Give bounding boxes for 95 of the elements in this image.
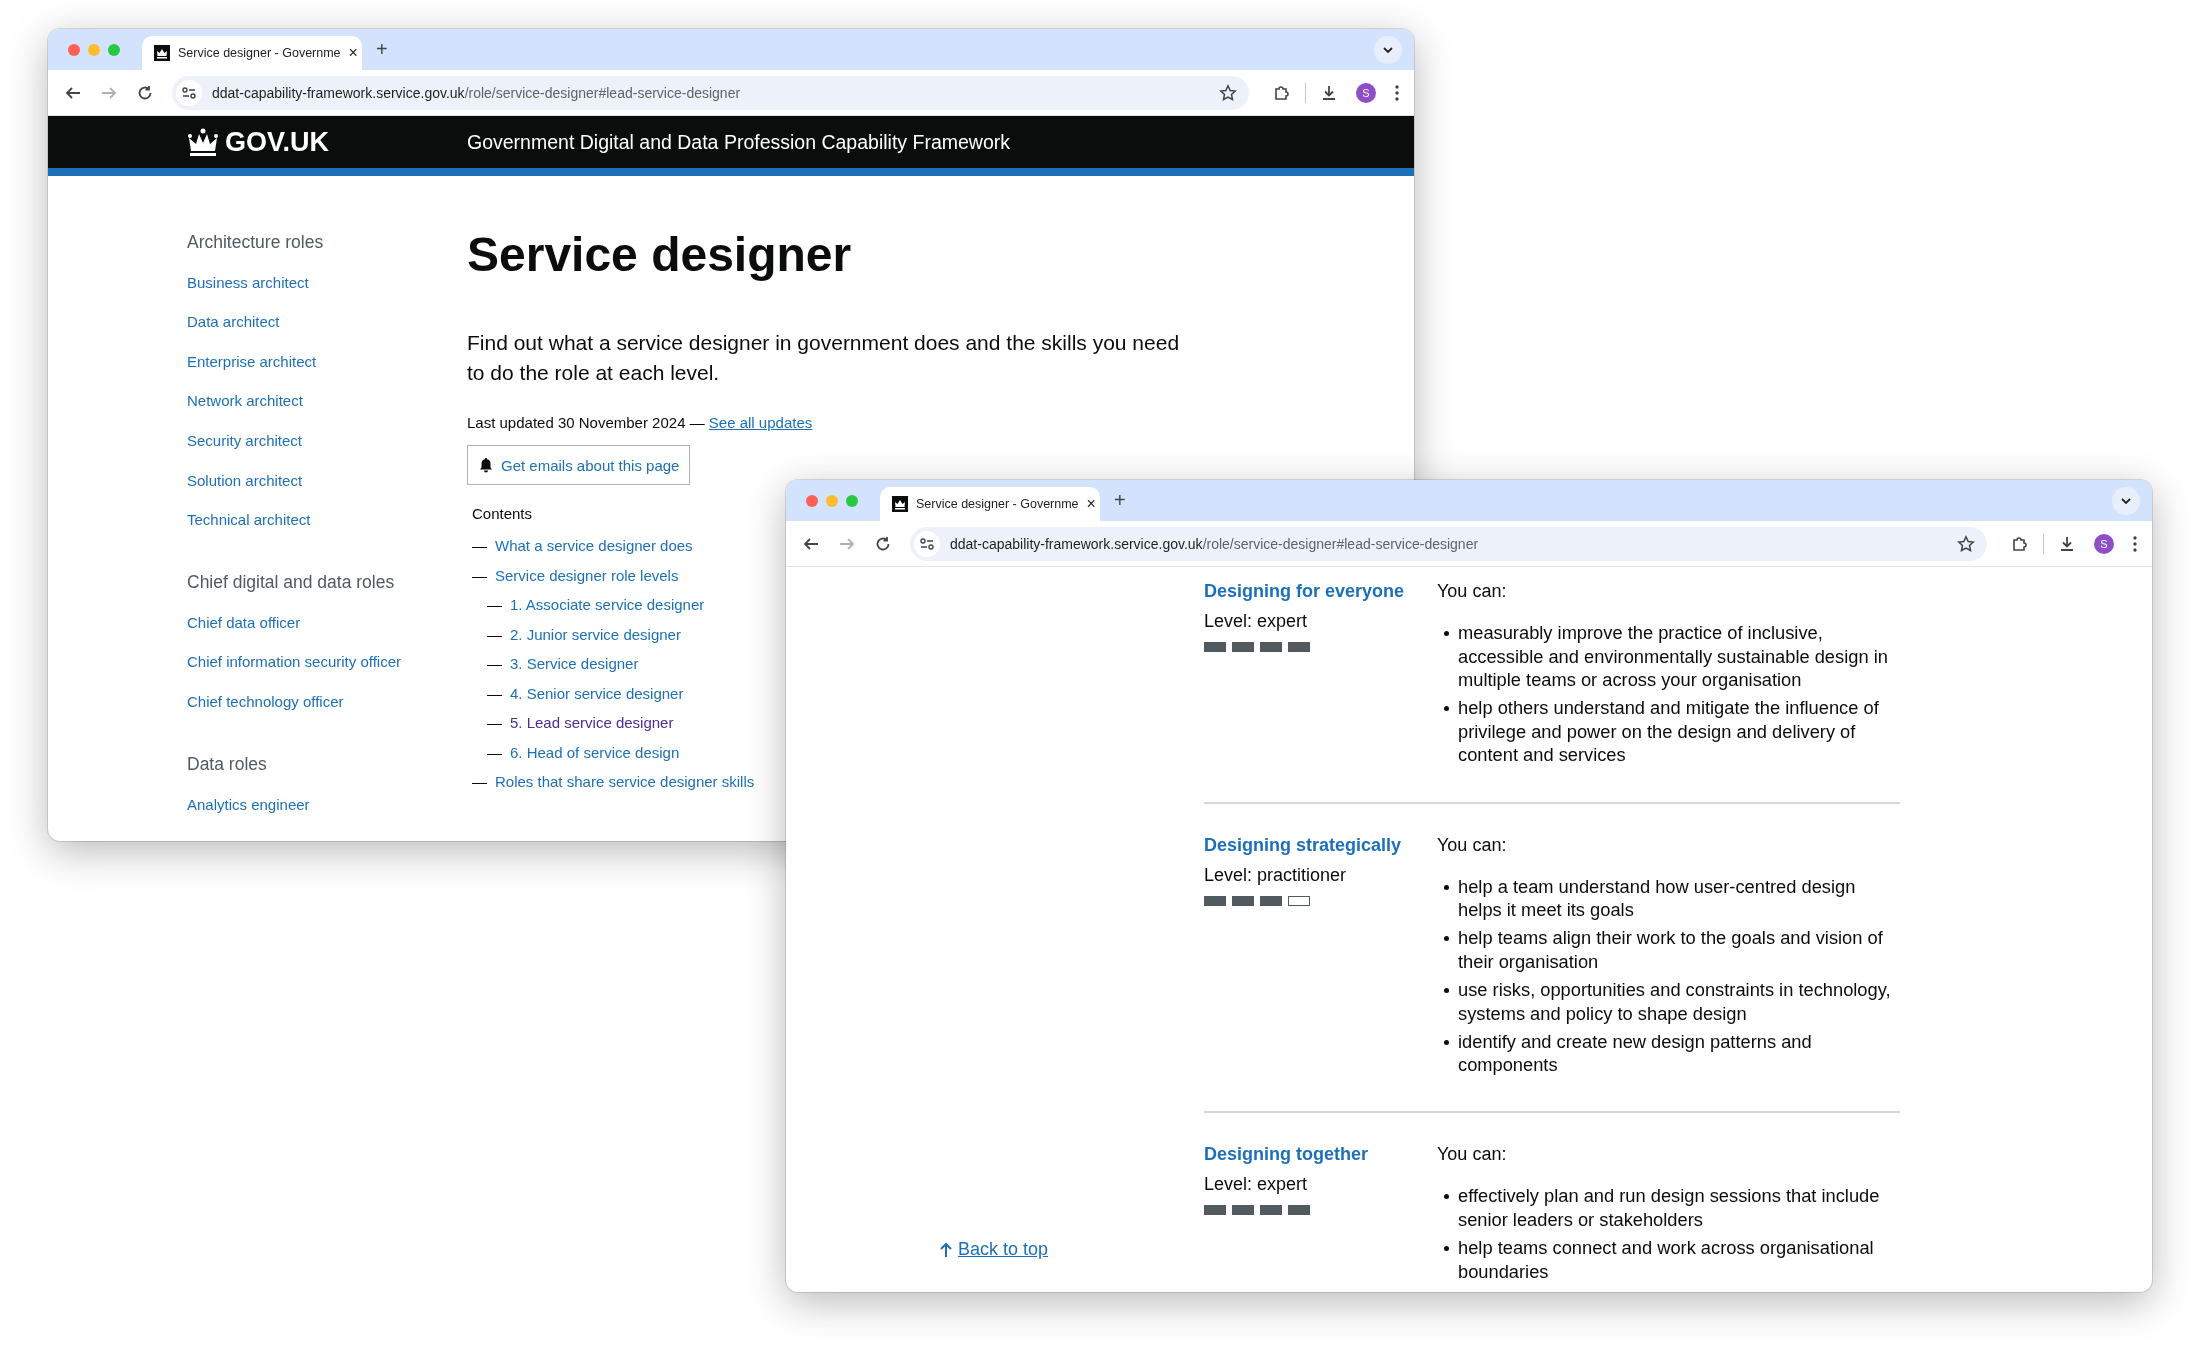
profile-avatar[interactable]: S (1356, 82, 1376, 103)
reload-icon[interactable] (136, 83, 154, 102)
dash-mark: — (487, 654, 502, 674)
skill-level: Level: expert (1204, 1173, 1309, 1197)
contents-link[interactable]: 5. Lead service designer (510, 708, 674, 738)
menu-icon[interactable] (2132, 534, 2138, 553)
skill-name-link[interactable]: Designing for everyone (1204, 579, 1437, 604)
contents-heading: Contents (472, 504, 533, 524)
contents-link[interactable]: Service designer role levels (495, 560, 679, 590)
dash-mark: — (487, 624, 502, 645)
address-bar[interactable]: ddat-capability-framework.service.gov.uk/role/service-designer#lead-service-designer (910, 526, 1987, 561)
sidebar-heading: Architecture roles (187, 231, 325, 254)
browser-tab[interactable]: Service designer - Governme × (142, 36, 362, 70)
service-name[interactable]: Government Digital and Data Profession Capability Framework (467, 130, 1010, 154)
logo-text: GOV.UK (225, 126, 330, 158)
sidebar-link[interactable]: Enterprise architect (187, 350, 317, 373)
download-icon[interactable] (2058, 534, 2076, 553)
bullet-icon (1444, 884, 1449, 890)
dash-mark: — (472, 772, 487, 792)
download-icon[interactable] (1320, 83, 1338, 102)
bullet-text: identify and create new design patterns and components (1458, 1029, 1813, 1077)
dash-mark: — (487, 713, 502, 733)
new-tab-button[interactable]: + (376, 38, 388, 61)
back-to-top-link[interactable]: Back to top (940, 1239, 1049, 1260)
contents-link[interactable]: Roles that share service designer skills (495, 767, 755, 797)
new-tab-button[interactable]: + (1114, 489, 1126, 512)
reload-icon[interactable] (874, 534, 892, 553)
intro-text: You can: (1437, 833, 1508, 857)
dropdown-icon[interactable] (1374, 35, 1402, 64)
sidebar-link[interactable]: Data architect (187, 311, 280, 334)
contents-link[interactable]: 2. Junior service designer (510, 619, 681, 649)
close-tab-button[interactable]: × (348, 44, 358, 62)
sidebar-link[interactable]: Technical architect (187, 509, 311, 532)
up-arrow-icon (940, 1241, 952, 1258)
page-title: Service designer (467, 227, 853, 283)
tab-title: Service designer - Governme (178, 46, 341, 60)
contents-link[interactable]: 1. Associate service designer (510, 590, 705, 620)
close-tab-button[interactable]: × (1086, 495, 1096, 513)
bullet-text: help teams connect and work across organisational boundaries (1458, 1236, 1875, 1284)
puzzle-icon[interactable] (1273, 83, 1291, 102)
sidebar-link[interactable]: Chief technology officer (187, 690, 344, 713)
crown-icon (154, 45, 170, 61)
bullet-icon (1444, 1194, 1449, 1200)
menu-icon[interactable] (1394, 83, 1400, 102)
dash-mark: — (472, 565, 487, 586)
sidebar-link[interactable]: Analytics engineer (187, 793, 310, 816)
skill-name-link[interactable]: Designing strategically (1204, 832, 1437, 858)
profile-avatar[interactable]: S (2094, 533, 2114, 554)
site-settings-icon[interactable] (176, 79, 202, 106)
crown-icon (187, 127, 219, 157)
see-all-updates-link[interactable]: See all updates (708, 414, 813, 431)
sidebar-link[interactable]: Network architect (187, 390, 303, 413)
bell-icon (479, 457, 493, 473)
sidebar-link[interactable]: Chief data officer (187, 611, 301, 634)
intro-text: You can: (1437, 1143, 1508, 1167)
bullet-icon (1444, 1039, 1449, 1045)
intro-text: You can: (1437, 580, 1508, 603)
dash-mark: — (472, 536, 487, 556)
crown-icon (892, 496, 908, 512)
bullet-icon (1444, 1246, 1449, 1251)
sidebar-link[interactable]: Business architect (187, 271, 309, 294)
puzzle-icon[interactable] (2011, 534, 2029, 553)
sidebar-link[interactable]: Security architect (187, 429, 303, 452)
sidebar-link[interactable]: Chief information security officer (187, 651, 401, 674)
sidebar-link[interactable]: Solution architect (187, 469, 303, 492)
tab-title: Service designer - Governme (916, 497, 1079, 511)
dash-mark: — (487, 595, 502, 615)
get-emails-button[interactable]: Get emails about this page (467, 445, 691, 485)
bullet-icon (1444, 987, 1449, 993)
contents-link[interactable]: What a service designer does (495, 531, 693, 561)
dash-mark: — (487, 683, 502, 704)
url-text: ddat-capability-framework.service.gov.uk/role/service-designer#lead-service-designer (212, 84, 741, 101)
skill-level: Level: expert (1204, 610, 1309, 633)
contents-link[interactable]: 6. Head of service design (510, 737, 680, 767)
dash-mark: — (487, 742, 502, 763)
url-text: ddat-capability-framework.service.gov.uk/role/service-designer#lead-service-designer (950, 535, 1479, 552)
browser-tab[interactable]: Service designer - Governme × (880, 487, 1100, 521)
site-settings-icon[interactable] (914, 530, 940, 557)
star-icon[interactable] (1957, 534, 1975, 553)
contents-link[interactable]: 3. Service designer (510, 649, 639, 679)
bullet-text: help others understand and mitigate the influence of privilege and power on the design and delivery of content and services (1458, 696, 1880, 768)
dropdown-icon[interactable] (2112, 486, 2140, 515)
bullet-icon (1444, 631, 1449, 636)
skill-name-link[interactable]: Designing together (1204, 1142, 1437, 1168)
sidebar-heading: Data roles (187, 752, 268, 776)
lead-paragraph: Find out what a service designer in government does and the skills you need to do the role at each level. (467, 330, 1181, 386)
skill-level: Level: practitioner (1204, 863, 1348, 887)
site-logo[interactable]: GOV.UK (187, 126, 467, 158)
star-icon[interactable] (1219, 83, 1237, 102)
contents-link[interactable]: 4. Senior service designer (510, 678, 684, 708)
bullet-icon (1444, 936, 1449, 942)
address-bar[interactable]: ddat-capability-framework.service.gov.uk/role/service-designer#lead-service-designer (172, 75, 1249, 110)
last-updated-text: Last updated 30 November 2024 — See all updates (467, 413, 814, 433)
sidebar-heading: Chief digital and data roles (187, 571, 396, 595)
bullet-icon (1444, 706, 1449, 712)
